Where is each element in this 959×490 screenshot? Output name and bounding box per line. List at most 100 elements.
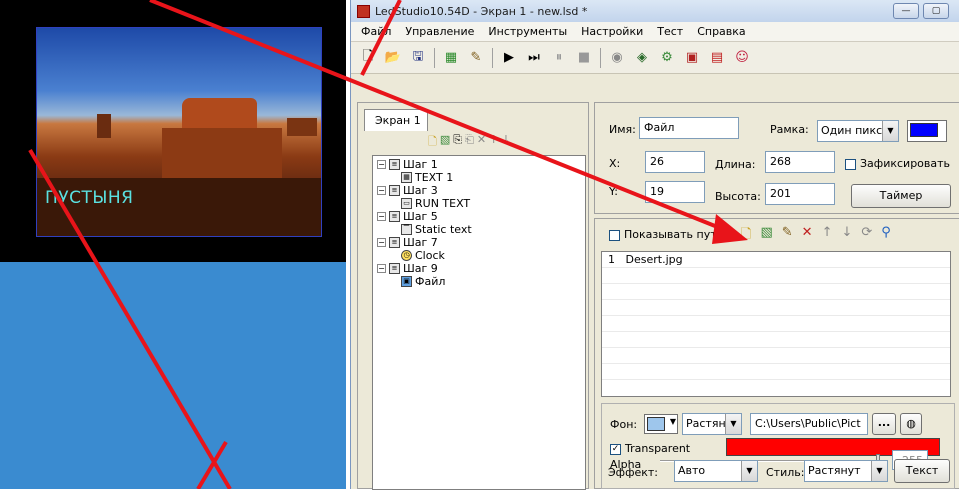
tree-node-label: Clock	[415, 249, 445, 262]
step-icon: ≡	[389, 159, 400, 170]
smiley-icon[interactable]: ☺	[733, 49, 751, 67]
display-settings-icon[interactable]: ▤	[708, 49, 726, 67]
stretch-select[interactable]: Растян ▼	[682, 413, 742, 435]
delete-file-icon[interactable]: ✕	[802, 225, 813, 247]
show-path-checkbox[interactable]: Показывать путь	[609, 228, 723, 241]
refresh-icon[interactable]: ⟳	[861, 225, 872, 247]
step-icon: ≡	[389, 185, 400, 196]
clear-image-icon[interactable]: ◍	[900, 413, 922, 435]
list-item[interactable]: 1 Desert.jpg	[602, 252, 950, 268]
y-input[interactable]: 19	[645, 181, 705, 203]
file-index: 1	[608, 253, 615, 266]
frame-select[interactable]: Один пикс ▼	[817, 120, 899, 142]
add-item-icon[interactable]: ▧	[440, 133, 450, 152]
menu-file[interactable]: Файл	[359, 25, 393, 38]
collapse-icon[interactable]: −	[377, 160, 386, 169]
height-input[interactable]: 201	[765, 183, 835, 205]
menu-help[interactable]: Справка	[695, 25, 747, 38]
save-icon[interactable]: 🖫	[409, 49, 427, 67]
transparent-checkbox[interactable]: ✓ Transparent	[610, 442, 690, 455]
toolbar-separator	[492, 47, 493, 68]
search-icon[interactable]: ⚲	[881, 225, 891, 247]
stop-icon[interactable]: ■	[575, 49, 593, 67]
tree-node-step-3[interactable]: − ≡ Шаг 3	[377, 184, 585, 197]
move-down-icon[interactable]: ↓	[501, 133, 510, 152]
name-input[interactable]: Файл	[639, 117, 739, 139]
tab-screen-1[interactable]: Экран 1	[364, 109, 428, 131]
tree-node-label: RUN TEXT	[415, 197, 471, 210]
toolbar-separator	[600, 47, 601, 68]
minimize-button[interactable]: —	[893, 3, 919, 19]
browse-button[interactable]: ...	[872, 413, 896, 435]
tree-node-label: Static text	[415, 223, 472, 236]
transparent-checkbox-box[interactable]: ✓	[610, 443, 621, 455]
fix-checkbox-box[interactable]	[845, 158, 856, 170]
y-label: Y:	[609, 185, 618, 198]
tree-node-step-5[interactable]: − ≡ Шаг 5	[377, 210, 585, 223]
step-play-icon[interactable]: ⏭	[525, 49, 543, 67]
bg-color-button[interactable]: ▼	[644, 414, 678, 434]
edit-file-icon[interactable]: ✎	[782, 225, 793, 247]
receive-icon[interactable]: ◈	[633, 49, 651, 67]
paste-icon[interactable]: ⎗	[465, 133, 474, 152]
length-input[interactable]: 268	[765, 151, 835, 173]
x-label: X:	[609, 157, 621, 170]
tree-node-label: Шаг 1	[403, 158, 438, 171]
play-icon[interactable]: ▶	[500, 49, 518, 67]
menu-tools[interactable]: Инструменты	[486, 25, 569, 38]
frame-color-button[interactable]	[907, 120, 947, 142]
tree-node-static-text[interactable]: ▔ Static text	[377, 223, 585, 236]
style-label: Стиль:	[766, 466, 805, 479]
tree-node-step-7[interactable]: − ≡ Шаг 7	[377, 236, 585, 249]
show-path-checkbox-box[interactable]	[609, 229, 620, 241]
add-step-icon[interactable]: 🗋	[428, 133, 437, 152]
tree-node-step-9[interactable]: − ≡ Шаг 9	[377, 262, 585, 275]
frame-color-swatch	[910, 123, 938, 137]
table-text-icon: ▦	[401, 172, 412, 183]
file-list: 1 Desert.jpg	[601, 251, 951, 397]
pause-icon[interactable]: ⏸	[550, 49, 568, 67]
edit-icon[interactable]: ✎	[467, 49, 485, 67]
timer-button[interactable]: Таймер	[851, 184, 951, 208]
network-icon[interactable]: ⚙	[658, 49, 676, 67]
maximize-button[interactable]: ▢	[923, 3, 949, 19]
delete-icon[interactable]: ✕	[477, 133, 486, 152]
style-select[interactable]: Растянут ▼	[804, 460, 888, 482]
text-button[interactable]: Текст	[894, 459, 950, 483]
chevron-down-icon: ▼	[741, 461, 757, 481]
effect-select[interactable]: Авто ▼	[674, 460, 758, 482]
add-file-icon[interactable]: 🗋	[741, 225, 751, 247]
collapse-icon[interactable]: −	[377, 264, 386, 273]
x-input[interactable]: 26	[645, 151, 705, 173]
display-icon[interactable]: ▣	[683, 49, 701, 67]
menu-control[interactable]: Управление	[403, 25, 476, 38]
add-image-icon[interactable]: ▧	[760, 225, 772, 247]
collapse-icon[interactable]: −	[377, 186, 386, 195]
move-up-icon[interactable]: ↑	[489, 133, 498, 152]
menu-test[interactable]: Тест	[655, 25, 685, 38]
name-label: Имя:	[609, 123, 636, 136]
screen-icon[interactable]: ▦	[442, 49, 460, 67]
collapse-icon[interactable]: −	[377, 212, 386, 221]
fix-label: Зафиксировать	[860, 157, 951, 170]
menu-settings[interactable]: Настройки	[579, 25, 645, 38]
new-file-icon[interactable]: 🗋	[359, 49, 377, 67]
collapse-icon[interactable]: −	[377, 238, 386, 247]
tree-node-step-1[interactable]: − ≡ Шаг 1	[377, 158, 585, 171]
tree-node-file[interactable]: ▣ Файл	[377, 275, 585, 288]
menu-bar: Файл Управление Инструменты Настройки Те…	[351, 22, 959, 42]
tree-node-run-text[interactable]: ▭ RUN TEXT	[377, 197, 585, 210]
open-folder-icon[interactable]: 📂	[384, 49, 402, 67]
tree-node-text-1[interactable]: ▦ TEXT 1	[377, 171, 585, 184]
copy-icon[interactable]: ⎘	[453, 133, 462, 152]
transparent-label: Transparent	[625, 442, 691, 455]
tree-node-clock[interactable]: ◷ Clock	[377, 249, 585, 262]
move-up-icon[interactable]: ↑	[822, 225, 833, 247]
tree-node-label: Шаг 7	[403, 236, 438, 249]
frame-label: Рамка:	[770, 123, 809, 136]
move-down-icon[interactable]: ↓	[841, 225, 852, 247]
send-icon[interactable]: ◉	[608, 49, 626, 67]
image-path-input[interactable]: C:\Users\Public\Pict	[750, 413, 868, 435]
fix-checkbox[interactable]: Зафиксировать	[845, 157, 950, 170]
step-icon: ≡	[389, 263, 400, 274]
